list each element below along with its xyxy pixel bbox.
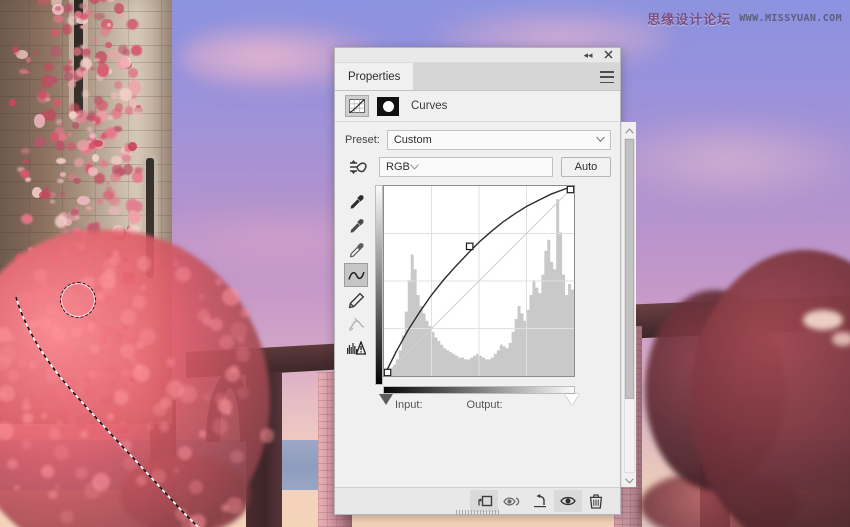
left-foliage-highlights	[0, 230, 274, 527]
black-point-eyedropper-icon[interactable]	[345, 191, 367, 213]
selection-lasso-circle	[60, 282, 96, 318]
tab-properties[interactable]: Properties	[335, 63, 414, 90]
close-icon[interactable]	[601, 48, 615, 61]
scroll-up-arrow-icon[interactable]	[623, 124, 636, 137]
channel-row: RGB Auto	[335, 150, 621, 178]
preset-dropdown[interactable]: Custom	[386, 130, 611, 150]
layer-mask-thumbnail[interactable]	[377, 96, 399, 116]
input-gradient-bar	[383, 386, 575, 394]
curves-tool-strip	[343, 185, 369, 385]
panel-titlebar: ◂◂	[335, 48, 620, 63]
delete-layer-trash-icon[interactable]	[582, 490, 610, 512]
panel-menu-icon[interactable]	[600, 70, 614, 84]
scrollbar-track[interactable]	[623, 138, 635, 473]
preset-value: Custom	[393, 134, 432, 146]
reset-icon[interactable]	[526, 490, 554, 512]
white-point-slider[interactable]	[565, 394, 579, 405]
curves-graph-area	[335, 178, 621, 405]
panel-footer	[335, 487, 620, 515]
channel-dropdown[interactable]: RGB	[379, 157, 553, 177]
edit-points-curve-icon[interactable]	[344, 263, 368, 287]
watermark-chinese: 思缘设计论坛	[647, 13, 732, 28]
pencil-draw-curve-icon[interactable]	[345, 289, 367, 311]
clip-to-layer-icon[interactable]	[470, 490, 498, 512]
smooth-curve-icon[interactable]	[345, 313, 367, 335]
foliage-sky-gap	[832, 332, 850, 346]
histogram-clipping-warning-icon[interactable]	[345, 337, 367, 359]
scrollbar-thumb[interactable]	[624, 139, 634, 399]
curves-plot[interactable]	[383, 185, 575, 377]
preset-row: Preset: Custom	[335, 122, 621, 150]
panel-tab-bar: Properties	[335, 63, 620, 91]
curves-svg	[384, 186, 574, 376]
panel-resize-grip[interactable]	[455, 510, 500, 515]
auto-button[interactable]: Auto	[561, 157, 611, 177]
input-label: Input:	[395, 399, 423, 411]
cloud	[600, 120, 850, 200]
white-point-eyedropper-icon[interactable]	[345, 239, 367, 261]
curves-adjustment-icon[interactable]	[345, 95, 369, 117]
curves-plot-container[interactable]	[375, 185, 579, 405]
photoshop-workspace: 思缘设计论坛 WWW.MISSYUAN.COM ◂◂ Properties Cu…	[0, 0, 850, 527]
channel-value: RGB	[386, 161, 410, 173]
preset-label: Preset:	[345, 134, 380, 146]
gray-point-eyedropper-icon[interactable]	[345, 215, 367, 237]
watermark-url: WWW.MISSYUAN.COM	[739, 13, 842, 24]
watermark: 思缘设计论坛 WWW.MISSYUAN.COM	[647, 9, 842, 28]
panel-scrollbar[interactable]	[621, 122, 636, 487]
foliage-sky-gap	[803, 310, 843, 330]
toggle-visibility-eye-icon[interactable]	[554, 490, 582, 512]
panel-body: Preset: Custom RGB Auto Input: Output:	[335, 122, 636, 487]
black-point-slider[interactable]	[379, 394, 393, 405]
properties-panel[interactable]: ◂◂ Properties Curves Preset: Custom RGB …	[334, 47, 636, 515]
view-previous-state-icon[interactable]	[498, 490, 526, 512]
targeted-adjustment-tool-icon[interactable]	[345, 156, 371, 178]
panel-body-main: Preset: Custom RGB Auto Input: Output:	[335, 122, 621, 487]
double-left-arrow-icon[interactable]: ◂◂	[581, 49, 595, 61]
output-label: Output:	[466, 399, 503, 411]
scroll-down-arrow-icon[interactable]	[623, 474, 636, 487]
adjustment-title: Curves	[411, 100, 448, 112]
adjustment-header: Curves	[335, 91, 620, 122]
output-gradient-bar	[375, 185, 383, 385]
chevron-down-icon	[596, 136, 605, 143]
chevron-down-icon	[410, 164, 419, 170]
